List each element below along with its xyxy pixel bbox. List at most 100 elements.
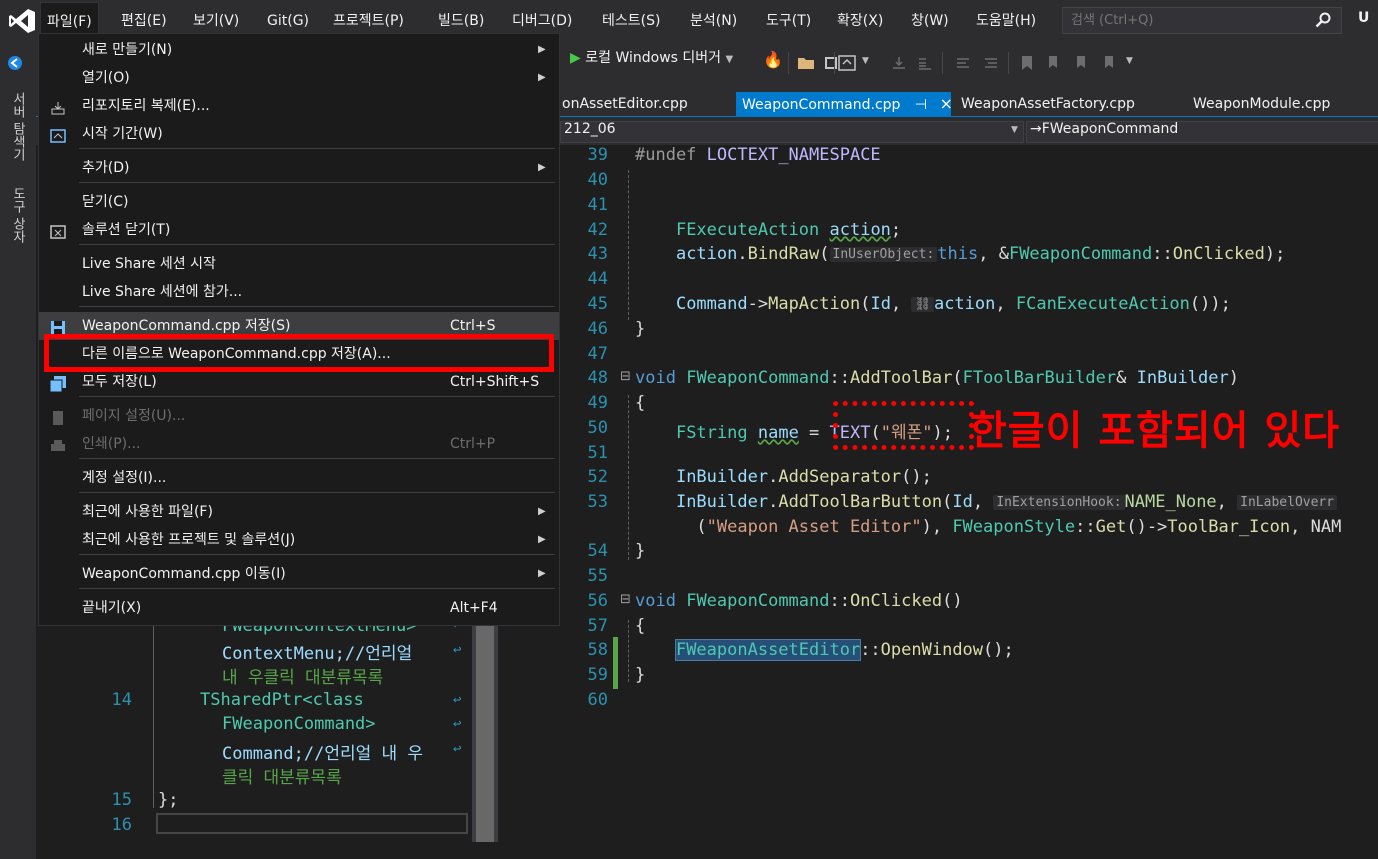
menu-item-label: 계정 설정(I)... [82,470,167,486]
start-window-icon [50,126,66,143]
collapse-icon[interactable]: ⊟ [620,592,631,607]
code-line: } [635,665,646,685]
scope-dropdown[interactable] [560,121,1024,143]
code-line: { [635,616,646,636]
scrollbar-thumb[interactable] [476,616,494,842]
menu-item-label: 인쇄(P)... [82,436,141,452]
step-over-icon[interactable] [916,54,934,72]
file-menu-item[interactable]: Live Share 세션 시작 [39,250,559,278]
line-number: 15 [111,790,132,810]
line-number: 42 [587,220,608,240]
play-icon: ▶ [570,50,581,66]
file-menu-item[interactable]: 최근에 사용한 프로젝트 및 솔루션(J) ▶ [39,526,559,554]
menu-item-label: 닫기(C) [82,194,129,210]
menu-item-label: 새로 만들기(N) [82,42,173,58]
step-into-icon[interactable] [890,54,908,72]
word-wrap-icon: ↩ [453,716,462,732]
file-menu-item[interactable]: 최근에 사용한 파일(F) ▶ [39,498,559,526]
menu-item-shortcut: Alt+F4 [450,600,498,616]
menu-separator [79,588,555,589]
file-menu-item[interactable]: 시작 기간(W) [39,120,559,148]
highlight-annotation-box [44,334,554,372]
line-number: 49 [587,393,608,413]
line-number: 16 [111,815,132,835]
next-bookmark-icon[interactable] [1072,54,1090,72]
menu-analyze[interactable]: 분석(N) [684,0,743,42]
code-text: TSharedPtr<class [200,690,364,710]
side-rail: 서버 탐색기 도구 상자 [0,84,36,859]
file-menu-item[interactable]: 리포지토리 복제(E)... [39,92,559,120]
tab-weapon-command[interactable]: WeaponCommand.cpp ⊣ × [736,92,953,116]
collapse-icon[interactable]: ⊟ [620,369,631,384]
toolbar-overflow-icon[interactable]: ▼ [1126,56,1133,66]
user-initial[interactable]: U [1358,10,1369,26]
code-text: Command;//언리얼 내 우 [222,744,424,764]
param-hint: InLabelOverr [1237,495,1338,510]
tab-weapon-asset-editor[interactable]: onAssetEditor.cpp [556,92,694,116]
search-icon [1315,12,1331,28]
start-debug-button[interactable]: ▶ 로컬 Windows 디버거 ▼ [570,47,733,67]
clone-icon [50,98,66,115]
visual-studio-logo-icon[interactable] [8,8,36,34]
close-icon[interactable]: × [940,94,953,113]
line-number: 14 [111,690,132,710]
file-menu-item[interactable]: 솔루션 닫기(T) [39,216,559,244]
code-text: 클릭 대분류목록 [222,768,342,788]
file-menu-item[interactable]: 추가(D) ▶ [39,154,559,182]
search-input[interactable] [1063,8,1309,33]
comment-icon[interactable] [954,54,972,72]
submenu-arrow-icon: ▶ [538,568,546,579]
file-menu-item[interactable]: 새로 만들기(N) ▶ [39,36,559,64]
hot-reload-icon[interactable]: 🔥 [763,50,783,69]
menu-item-label: 열기(O) [82,70,130,86]
code-line: InBuilder.AddToolBarButton(Id, InExtensi… [635,492,1338,512]
tab-label: WeaponCommand.cpp [742,97,901,113]
back-icon[interactable] [6,54,24,72]
menu-help[interactable]: 도움말(H) [970,0,1042,42]
bookmark-icon[interactable] [1018,54,1036,72]
file-menu-item[interactable]: 끝내기(X) Alt+F4 [39,594,559,622]
pin-icon[interactable]: ⊣ [915,97,927,113]
menu-item-label: 리포지토리 복제(E)... [82,98,210,114]
page-setup-icon [50,408,66,425]
file-menu-item[interactable]: Live Share 세션에 참가... [39,278,559,306]
file-menu-item[interactable]: WeaponCommand.cpp 이동(I) ▶ [39,560,559,588]
server-explorer-tab[interactable]: 서버 탐색기 [8,92,27,161]
toolbox-tab[interactable]: 도구 상자 [8,187,27,243]
line-number: 51 [587,443,608,463]
menu-tools[interactable]: 도구(T) [760,0,817,42]
clear-bookmarks-icon[interactable] [1100,54,1118,72]
arrow-right-icon: → [1030,121,1042,137]
menu-extensions[interactable]: 확장(X) [831,0,889,42]
word-wrap-icon: ↩ [453,692,462,708]
file-menu-item[interactable]: 열기(O) ▶ [39,64,559,92]
tab-weapon-asset-factory[interactable]: WeaponAssetFactory.cpp [955,92,1141,116]
uncomment-icon[interactable] [982,54,1000,72]
menu-test[interactable]: 테스트(S) [596,0,666,42]
menu-window[interactable]: 창(W) [905,0,955,42]
line-number: 39 [587,145,608,165]
open-folder-icon[interactable] [797,54,815,72]
home-icon[interactable] [838,54,856,72]
line-number: 60 [587,690,608,710]
line-number: 44 [587,269,608,289]
code-text: ContextMenu;//언리얼 [222,639,412,664]
tab-weapon-module[interactable]: WeaponModule.cpp [1187,92,1336,116]
dropdown-arrow-icon[interactable]: ▼ [862,56,869,66]
scope-label: 212_06 [564,121,616,137]
member-name: FWeaponCommand [1041,121,1179,137]
code-token: ContextMenu;//언리얼 [222,644,413,664]
menu-item-label: WeaponCommand.cpp 이동(I) [82,566,286,582]
param-hint: InExtensionHook: [993,495,1125,510]
search-box[interactable] [1062,7,1342,34]
prev-bookmark-icon[interactable] [1044,54,1062,72]
close-solution-icon [50,222,66,239]
chevron-down-icon[interactable]: ▼ [1011,125,1018,135]
print-icon [50,436,66,452]
file-menu-item[interactable]: 계정 설정(I)... [39,464,559,492]
file-menu-item[interactable]: 닫기(C) [39,188,559,216]
menu-separator [79,396,555,397]
menu-item-label: 최근에 사용한 프로젝트 및 솔루션(J) [82,532,296,548]
file-menu-item[interactable]: 모두 저장(L) Ctrl+Shift+S [39,368,559,396]
chevron-down-icon[interactable]: ▼ [725,54,733,65]
